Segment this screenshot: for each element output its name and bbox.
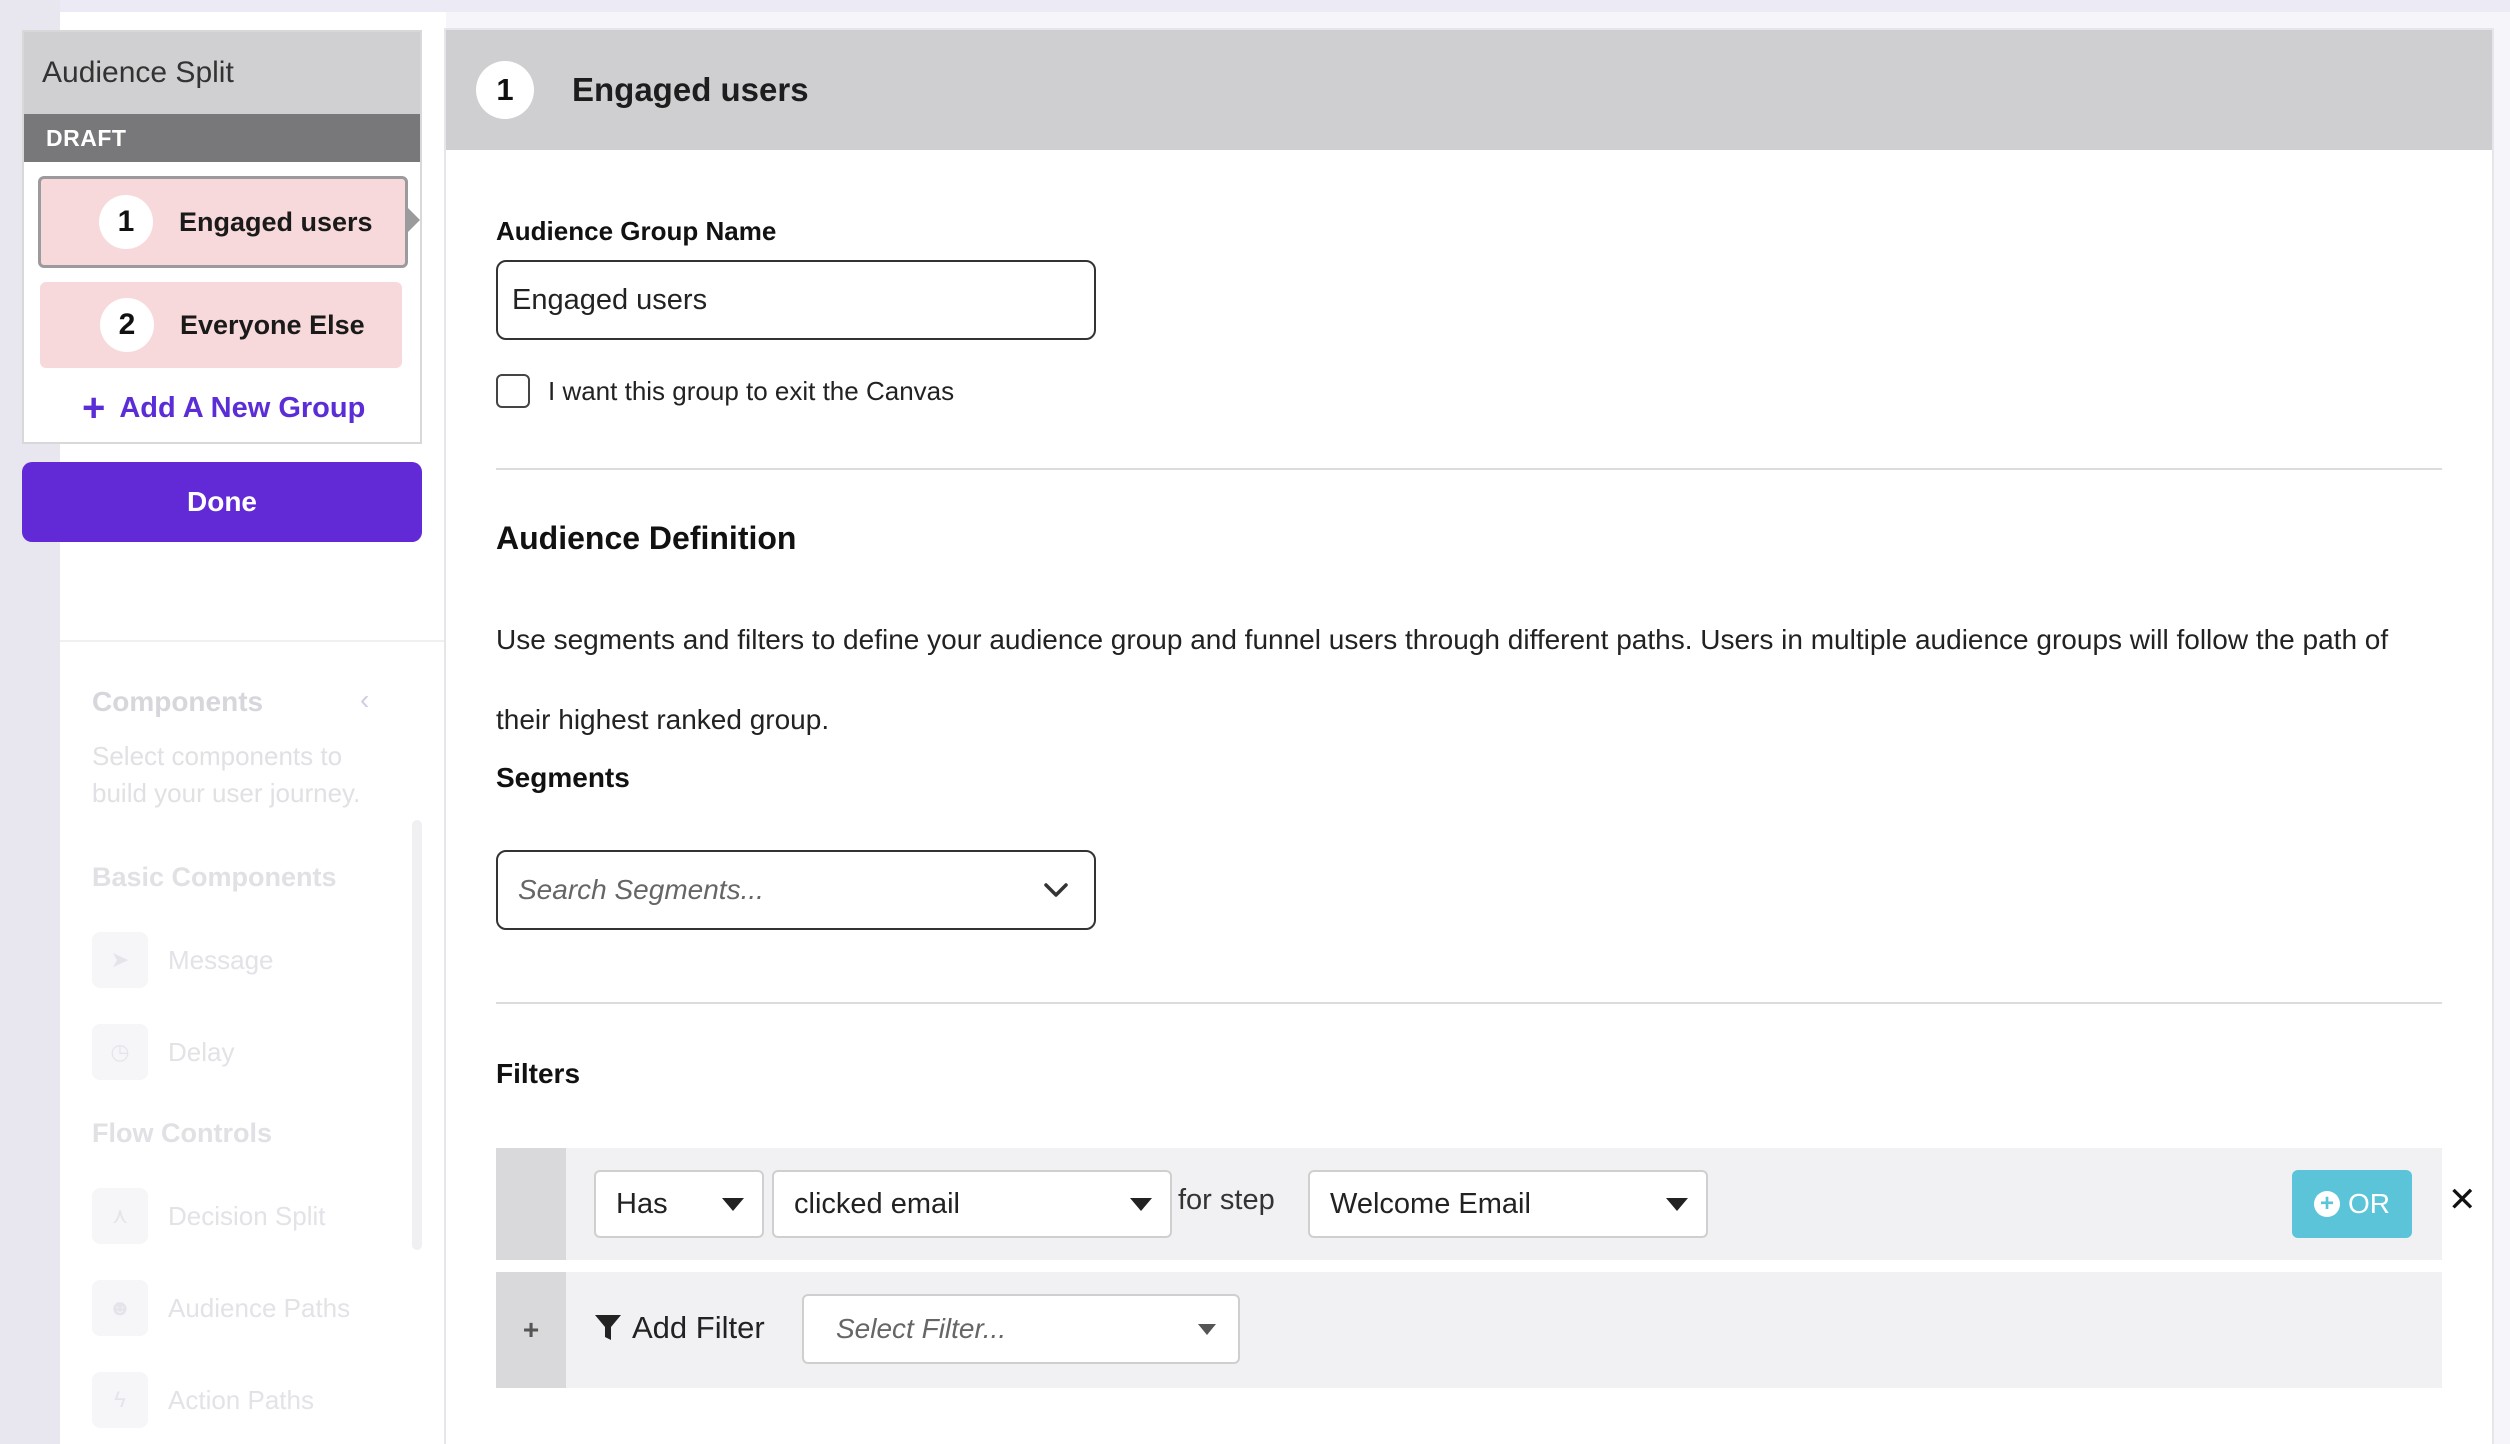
filter-event-select[interactable]: clicked email (772, 1170, 1172, 1238)
group-rank-number: 1 (99, 195, 153, 249)
editor-header: 1 Engaged users (446, 30, 2492, 150)
add-filter-button[interactable]: Add Filter (594, 1310, 765, 1346)
flow-controls-heading: Flow Controls (92, 1118, 272, 1148)
caret-down-icon (1666, 1198, 1688, 1211)
filters-label: Filters (496, 1058, 581, 1089)
filter-row-handle[interactable] (496, 1148, 566, 1260)
component-label: Action Paths (168, 1384, 314, 1415)
add-new-group-button[interactable]: + Add A New Group (82, 388, 365, 428)
filter-event-value: clicked email (794, 1187, 960, 1220)
component-label: Audience Paths (168, 1292, 351, 1323)
group-rank-number: 2 (100, 298, 154, 352)
sidebar-divider (60, 640, 446, 642)
status-badge: DRAFT (24, 114, 420, 162)
component-message[interactable]: ➤ Message (92, 932, 274, 988)
group-card-everyone-else[interactable]: 2 Everyone Else (40, 282, 402, 368)
active-group-pointer-icon (406, 206, 420, 234)
close-icon[interactable]: ✕ (2448, 1180, 2477, 1220)
basic-components-heading: Basic Components (92, 862, 337, 892)
search-segments-placeholder: Search Segments... (518, 874, 764, 905)
filter-step-value: Welcome Email (1330, 1187, 1531, 1220)
components-title: Components (92, 686, 264, 717)
caret-down-icon (1198, 1324, 1216, 1335)
group-card-engaged-users[interactable]: 1 Engaged users (38, 176, 408, 268)
group-rank-number: 1 (476, 61, 534, 119)
add-new-group-label: Add A New Group (119, 391, 366, 424)
component-audience-paths[interactable]: ☻ Audience Paths (92, 1280, 350, 1336)
caret-down-icon (1130, 1198, 1152, 1211)
split-icon: ⋏ (92, 1188, 148, 1244)
exit-canvas-checkbox[interactable] (496, 374, 530, 408)
collapse-chevron-icon[interactable]: ‹ (360, 684, 369, 716)
select-filter-dropdown[interactable]: Select Filter... (802, 1294, 1240, 1364)
components-description: Select components to build your user jou… (92, 741, 361, 808)
sidebar-scrollbar[interactable] (412, 820, 422, 1250)
group-editor-panel: 1 Engaged users Audience Group Name I wa… (446, 30, 2492, 1444)
or-button[interactable]: + OR (2292, 1170, 2412, 1238)
search-segments-select[interactable]: Search Segments... (496, 850, 1096, 930)
split-panel-title: Audience Split (24, 32, 420, 114)
for-step-label: for step (1178, 1184, 1275, 1216)
divider (496, 1002, 2442, 1004)
send-icon: ➤ (92, 932, 148, 988)
group-name: Engaged users (179, 206, 373, 237)
bolt-icon: ϟ (92, 1372, 148, 1428)
audience-definition-text: Use segments and filters to define your … (496, 624, 2389, 735)
component-label: Delay (168, 1036, 235, 1067)
filter-operator-select[interactable]: Has (594, 1170, 764, 1238)
component-delay[interactable]: ◷ Delay (92, 1024, 234, 1080)
plus-icon: + (82, 386, 106, 430)
filter-operator-value: Has (616, 1187, 668, 1220)
filter-row: Has clicked email for step Welcome Email… (496, 1148, 2477, 1260)
component-action-paths[interactable]: ϟ Action Paths (92, 1372, 314, 1428)
add-filter-row: + Add Filter Select Filter... (496, 1272, 2442, 1388)
exit-canvas-option[interactable]: I want this group to exit the Canvas (496, 374, 954, 408)
plus-icon[interactable]: + (496, 1272, 566, 1388)
component-decision-split[interactable]: ⋏ Decision Split (92, 1188, 326, 1244)
segments-label: Segments (496, 762, 630, 793)
users-icon: ☻ (92, 1280, 148, 1336)
component-label: Message (168, 944, 274, 975)
group-name-label: Audience Group Name (496, 216, 777, 246)
filter-step-select[interactable]: Welcome Email (1308, 1170, 1708, 1238)
plus-circle-icon: + (2314, 1191, 2340, 1217)
filter-funnel-icon (595, 1315, 621, 1340)
top-bar (60, 0, 2510, 12)
divider (496, 468, 2442, 470)
clock-icon: ◷ (92, 1024, 148, 1080)
caret-down-icon (722, 1198, 744, 1211)
add-filter-label: Add Filter (632, 1310, 765, 1345)
or-label: OR (2348, 1188, 2390, 1219)
exit-canvas-label: I want this group to exit the Canvas (548, 375, 955, 406)
chevron-down-icon (1036, 870, 1076, 910)
audience-split-panel: Audience Split DRAFT 1 Engaged users 2 E… (22, 30, 422, 444)
select-filter-placeholder: Select Filter... (836, 1313, 1007, 1344)
group-name-input[interactable] (496, 260, 1096, 340)
group-name: Everyone Else (180, 309, 365, 340)
done-button[interactable]: Done (22, 462, 422, 542)
editor-title: Engaged users (572, 71, 809, 108)
audience-definition-title: Audience Definition (496, 520, 797, 556)
component-label: Decision Split (168, 1200, 326, 1231)
